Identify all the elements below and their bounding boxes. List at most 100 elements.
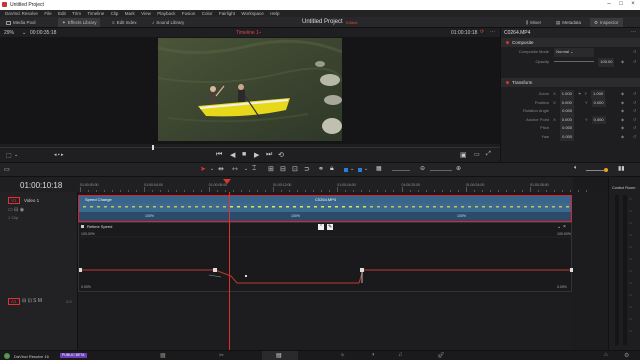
clip-nav-icon[interactable]: ◂ ▪ ▸ xyxy=(54,152,64,158)
reset-icon[interactable]: ↺ xyxy=(633,107,636,116)
chevron-down-icon[interactable]: ⌄ xyxy=(14,152,18,158)
media-page-icon[interactable]: ▦ xyxy=(160,352,166,359)
effects-library-button[interactable]: ✦ Effects Library xyxy=(58,18,101,27)
enable-toggle-icon[interactable] xyxy=(506,41,509,45)
speaker-icon[interactable]: 🔈︎ xyxy=(574,165,578,172)
zoom-level[interactable]: 29% xyxy=(4,30,14,36)
menu-workspace[interactable]: Workspace xyxy=(241,10,263,17)
sound-library-button[interactable]: ♪ Sound Library xyxy=(148,18,188,27)
minimize-icon[interactable]: – xyxy=(604,1,614,9)
playhead-line[interactable] xyxy=(229,192,230,350)
menu-file[interactable]: File xyxy=(44,10,51,17)
layout-icon[interactable]: ▭ xyxy=(4,166,10,173)
retime-curve[interactable] xyxy=(79,223,573,293)
chevron-down-icon[interactable]: ⌄ xyxy=(244,166,248,172)
play-icon[interactable]: ▶ xyxy=(254,151,259,159)
more-options-icon[interactable]: ⋯ xyxy=(490,29,495,35)
position-y-field[interactable]: 0.000 xyxy=(591,98,606,107)
speed-value[interactable]: 100% xyxy=(291,214,300,218)
speed-value[interactable]: 100% xyxy=(457,214,466,218)
timeline-clip[interactable]: Speed Change C0264.MP4 100% 100% 100% xyxy=(78,195,572,222)
loop-icon[interactable]: ⟲ xyxy=(278,151,284,159)
chevron-down-icon[interactable]: ⌄ xyxy=(350,166,354,172)
reset-icon[interactable]: ↺ xyxy=(633,133,636,142)
detail-zoom-icon[interactable]: ▦ xyxy=(376,165,382,172)
timeline-dropdown-icon[interactable]: ⌄ xyxy=(258,29,262,35)
audio-meter-icon[interactable]: ▮▮ xyxy=(618,165,625,172)
deliver-page-icon[interactable]: 🚀︎ xyxy=(437,352,445,359)
keyframe-icon[interactable]: ◆ xyxy=(621,90,624,99)
timeline-ruler[interactable]: 01:00:00:00 01:00:04:00 01:00:08:00 01:00:1… xyxy=(78,177,588,192)
menu-timeline[interactable]: Timeline xyxy=(87,10,104,17)
dynamic-trim-icon[interactable]: ⇿ xyxy=(232,165,238,173)
timeline-name[interactable]: Timeline 1 xyxy=(236,30,259,36)
timeline-zoom-slider[interactable] xyxy=(430,170,452,171)
link-icon[interactable]: ⚭ xyxy=(318,165,324,173)
zoom-slider[interactable] xyxy=(392,170,410,171)
reverse-icon[interactable]: ◀ xyxy=(230,151,235,159)
flag-icon[interactable] xyxy=(344,168,348,172)
insert-clip-icon[interactable]: ⊞ xyxy=(268,165,274,173)
mixer-button[interactable]: ⫼ Mixer xyxy=(522,18,545,27)
reset-icon[interactable]: ↺ xyxy=(633,48,636,57)
zoom-y-field[interactable]: 1.000 xyxy=(591,90,606,99)
opacity-value[interactable]: 100.00 xyxy=(598,58,615,67)
edit-index-button[interactable]: ≡ Edit Index xyxy=(108,18,141,27)
close-icon[interactable]: × xyxy=(628,1,638,9)
keyframe-icon[interactable]: ◆ xyxy=(621,116,624,125)
menu-fairlight[interactable]: Fairlight xyxy=(219,10,235,17)
volume-knob[interactable] xyxy=(604,168,608,172)
position-x-field[interactable]: 0.000 xyxy=(559,98,574,107)
audio-track-controls-icon[interactable]: ⊟ ⊡ S M xyxy=(22,298,42,304)
menu-color[interactable]: Color xyxy=(202,10,213,17)
rotation-field[interactable]: 0.000 xyxy=(560,107,575,116)
audio-track-area[interactable] xyxy=(78,296,572,350)
chevron-down-icon[interactable]: ⌄ xyxy=(364,166,368,172)
speed-change-label[interactable]: Speed Change xyxy=(85,197,112,202)
more-options-icon[interactable]: ⋯ xyxy=(631,29,636,35)
menu-clip[interactable]: Clip xyxy=(111,10,119,17)
trim-tool-icon[interactable]: ⇹ xyxy=(218,165,224,173)
metadata-button[interactable]: ▤ Metadata xyxy=(552,18,585,27)
snapping-icon[interactable]: ⊃ xyxy=(304,165,310,173)
keyframe-icon[interactable]: ◆ xyxy=(621,107,624,116)
color-page-icon[interactable]: ◑ xyxy=(371,352,375,358)
reset-icon[interactable]: ↺ xyxy=(633,124,636,133)
opacity-slider[interactable] xyxy=(554,61,595,63)
playhead-nav-icon[interactable]: ▭ xyxy=(474,151,480,158)
fullscreen-icon[interactable]: ⤢ xyxy=(486,151,491,158)
blade-tool-icon[interactable]: ⌶ xyxy=(252,165,256,173)
media-pool-button[interactable]: Media Pool xyxy=(2,18,40,27)
reset-icon[interactable]: ↺ xyxy=(633,90,636,99)
yaw-field[interactable]: 0.000 xyxy=(560,132,575,141)
inspector-button[interactable]: ⚙ Inspector xyxy=(590,18,623,27)
anchor-y-field[interactable]: 0.000 xyxy=(591,115,606,124)
track-controls-icon[interactable]: ▭ ⊟ ◉ xyxy=(8,207,24,213)
menu-mark[interactable]: Mark xyxy=(125,10,135,17)
keyframe-icon[interactable]: ◆ xyxy=(621,133,624,142)
keyframe-icon[interactable]: ◆ xyxy=(621,124,624,133)
stop-icon[interactable]: ■ xyxy=(242,151,246,158)
selection-tool-icon[interactable]: ➤ xyxy=(200,165,206,173)
audio-track-badge[interactable]: A1 xyxy=(8,298,20,305)
menu-edit[interactable]: Edit xyxy=(58,10,66,17)
speed-value[interactable]: 100% xyxy=(145,214,154,218)
chevron-down-icon[interactable]: ⌄ xyxy=(210,166,214,172)
fusion-page-icon[interactable]: ✧ xyxy=(340,352,345,359)
zoom-minus-icon[interactable]: ⊖ xyxy=(420,165,425,172)
position-lock-icon[interactable]: 🔒︎ xyxy=(330,165,334,173)
keyframe-icon[interactable]: ◆ xyxy=(621,58,624,67)
maximize-icon[interactable]: □ xyxy=(616,1,626,9)
replace-clip-icon[interactable]: ⊡ xyxy=(292,165,298,173)
composite-section-header[interactable]: Composite xyxy=(501,38,640,47)
menu-davinci-resolve[interactable]: DaVinci Resolve xyxy=(5,10,38,17)
menu-playback[interactable]: Playback xyxy=(157,10,175,17)
viewer-options-icon[interactable]: ⬚ xyxy=(6,152,12,159)
match-frame-icon[interactable]: ▣ xyxy=(460,151,467,159)
transform-section-header[interactable]: Transform xyxy=(501,78,640,87)
overwrite-clip-icon[interactable]: ⊟ xyxy=(280,165,286,173)
reset-icon[interactable]: ↺ xyxy=(633,58,636,67)
menu-view[interactable]: View xyxy=(141,10,151,17)
first-frame-icon[interactable]: ⏮ xyxy=(216,151,222,159)
video-track-badge[interactable]: V1 xyxy=(8,197,20,204)
